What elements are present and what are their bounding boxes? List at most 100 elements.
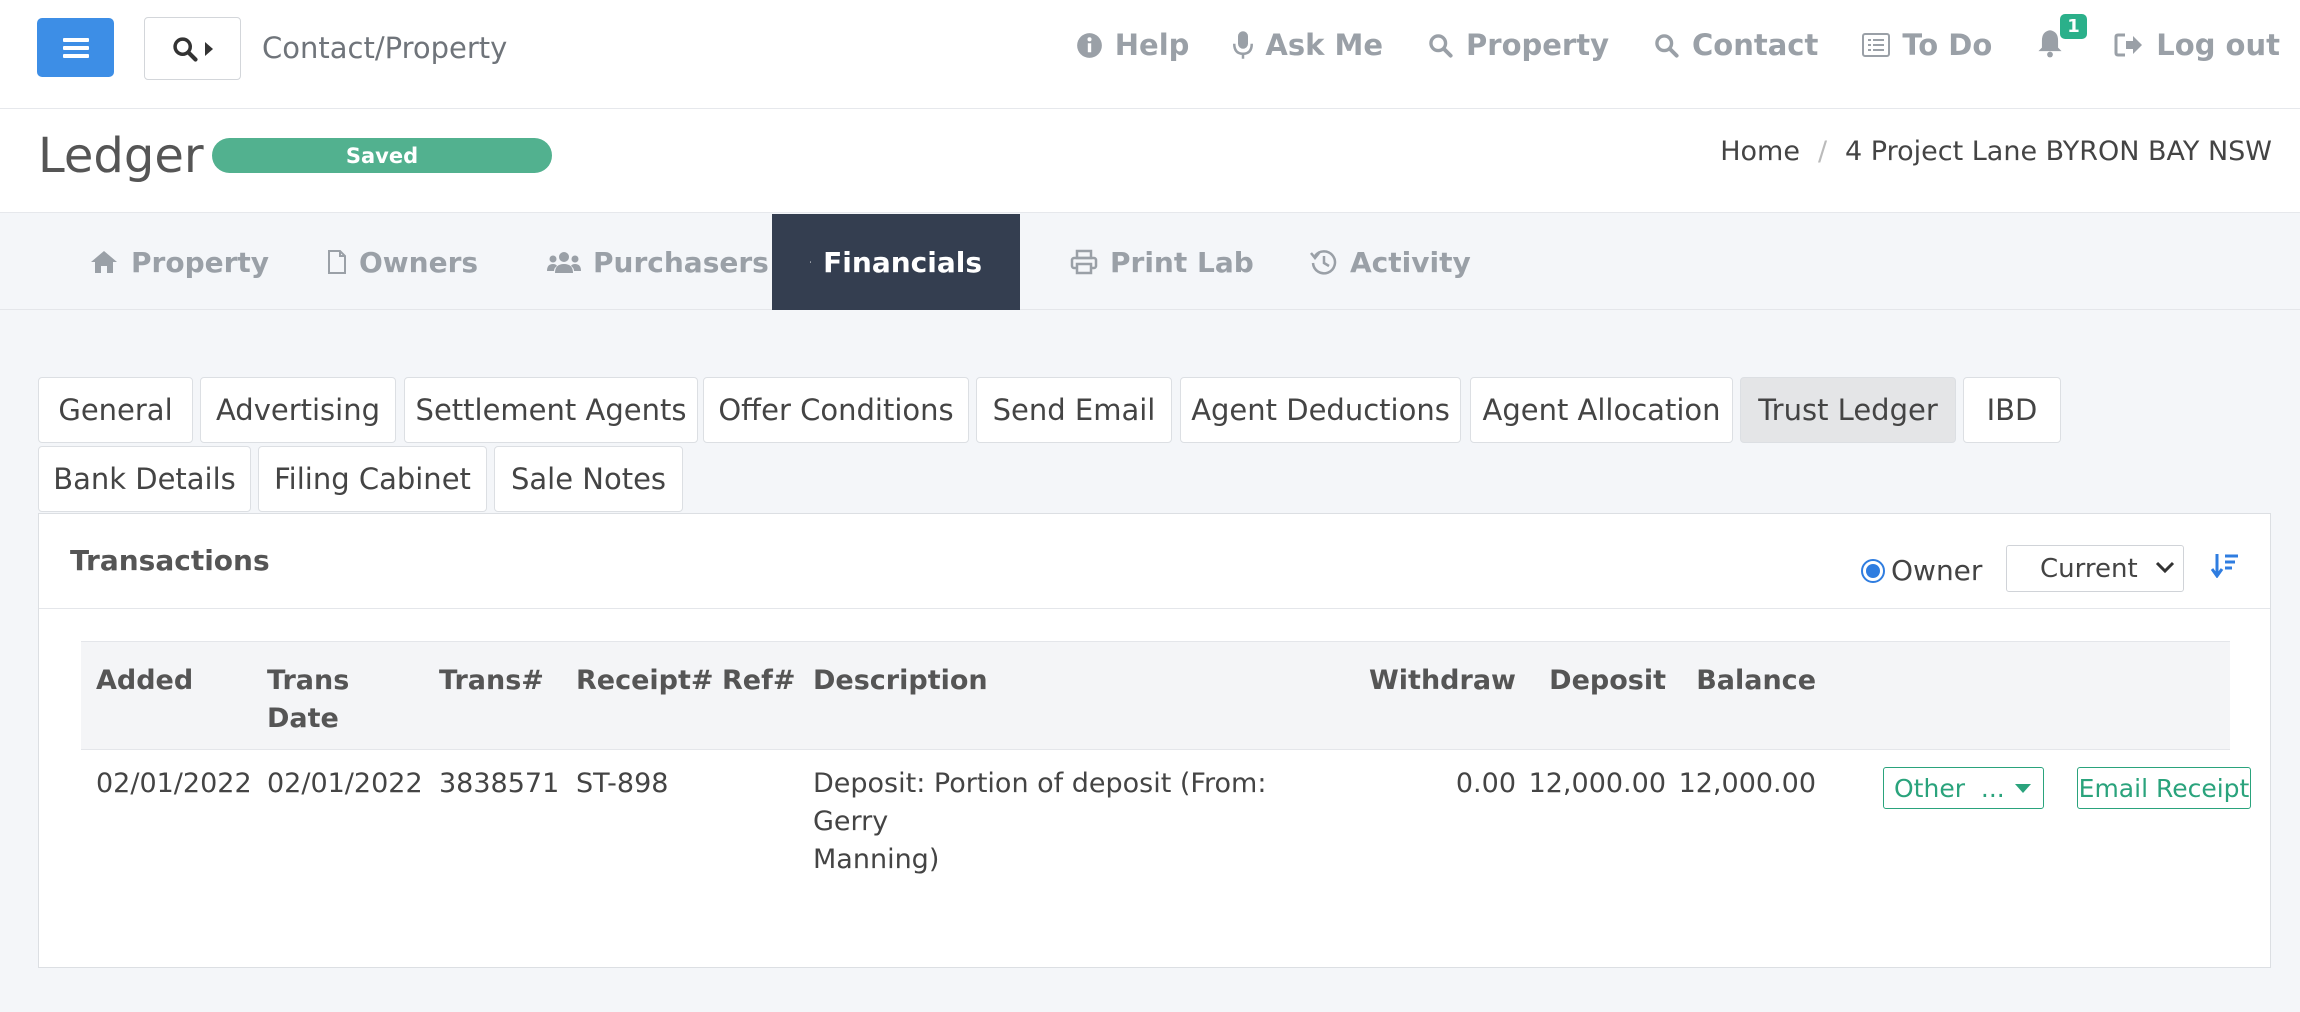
nav-help[interactable]: Help xyxy=(1076,28,1190,62)
hamburger-icon xyxy=(62,37,89,58)
nav-ask-me-label: Ask Me xyxy=(1265,28,1384,62)
subtab-agent-allocation[interactable]: Agent Allocation xyxy=(1470,377,1733,443)
cell-description-line1: Deposit: Portion of deposit (From: Gerry xyxy=(813,768,1267,837)
transactions-panel: Transactions Owner Current Added Trans D… xyxy=(38,513,2271,968)
nav-property-label: Property xyxy=(1466,28,1609,62)
period-select[interactable]: Current xyxy=(2006,545,2184,592)
tab-financials-label: Financials xyxy=(823,245,982,279)
tab-owners[interactable]: Owners xyxy=(289,214,516,310)
col-ref-no: Ref# xyxy=(722,665,796,696)
breadcrumb-separator: / xyxy=(1817,136,1828,167)
subtab-bank-details[interactable]: Bank Details xyxy=(38,446,251,512)
tab-property[interactable]: Property xyxy=(51,214,307,310)
sign-out-icon xyxy=(2114,33,2143,57)
printer-icon xyxy=(1070,249,1098,275)
panel-header: Transactions Owner Current xyxy=(39,514,2270,609)
search-icon xyxy=(1429,33,1453,58)
subtab-send-email[interactable]: Send Email xyxy=(976,377,1172,443)
other-actions-label: Other ... xyxy=(1894,773,2005,803)
page-header: Ledger Saved Home / 4 Project Lane BYRON… xyxy=(0,109,2300,213)
history-icon xyxy=(1310,250,1337,275)
cell-trans-no: 3838571 xyxy=(439,768,560,799)
cell-trans-date: 02/01/2022 xyxy=(267,768,423,799)
subtab-agent-deductions[interactable]: Agent Deductions xyxy=(1180,377,1461,443)
top-navbar: Contact/Property Help Ask Me Property Co… xyxy=(0,0,2300,109)
col-trans-no: Trans# xyxy=(439,665,544,696)
ledger-table: Added Trans Date Trans# Receipt# Ref# De… xyxy=(81,641,2251,875)
cell-added: 02/01/2022 xyxy=(96,768,252,799)
col-receipt-no: Receipt# xyxy=(576,665,714,696)
period-select-value: Current xyxy=(2040,553,2138,584)
page-title: Ledger xyxy=(38,128,204,184)
search-label[interactable]: Contact/Property xyxy=(262,31,507,65)
file-icon xyxy=(328,250,346,274)
nav-logout-label: Log out xyxy=(2156,28,2280,62)
tab-activity[interactable]: Activity xyxy=(1272,214,1509,310)
top-nav-links: Help Ask Me Property Contact To Do 1 Log… xyxy=(1032,14,2280,62)
owner-radio-label: Owner xyxy=(1891,554,1983,587)
subtab-general[interactable]: General xyxy=(38,377,193,443)
owner-radio[interactable]: Owner xyxy=(1861,554,1982,587)
notification-count-badge: 1 xyxy=(2060,14,2087,39)
nav-contact-search[interactable]: Contact xyxy=(1653,28,1818,62)
subtab-offer-conditions[interactable]: Offer Conditions xyxy=(703,377,969,443)
cell-balance: 12,000.00 xyxy=(1678,768,1816,799)
menu-toggle-button[interactable] xyxy=(37,18,114,77)
tab-purchasers[interactable]: Purchasers xyxy=(509,214,807,310)
subtab-trust-ledger[interactable]: Trust Ledger xyxy=(1740,377,1956,443)
search-type-button[interactable] xyxy=(144,17,241,80)
nav-contact-label: Contact xyxy=(1692,28,1819,62)
subtab-filing-cabinet[interactable]: Filing Cabinet xyxy=(258,446,487,512)
info-circle-icon xyxy=(1076,32,1102,58)
search-icon xyxy=(1655,33,1679,58)
nav-todo-label: To Do xyxy=(1902,28,1993,62)
main-tabs: Property Owners Purchasers Financials Pr… xyxy=(0,214,2300,310)
subtab-settlement-agents[interactable]: Settlement Agents xyxy=(404,377,698,443)
col-balance: Balance xyxy=(1696,665,1816,696)
subtab-sale-notes[interactable]: Sale Notes xyxy=(494,446,683,512)
cell-receipt-no: ST-898 xyxy=(576,768,669,799)
tab-print-lab[interactable]: Print Lab xyxy=(1032,214,1292,310)
tab-property-label: Property xyxy=(131,245,270,279)
other-actions-dropdown[interactable]: Other ... xyxy=(1883,767,2044,809)
nav-logout[interactable]: Log out xyxy=(2114,28,2280,62)
sort-icon[interactable] xyxy=(2211,552,2239,578)
status-badge: Saved xyxy=(212,138,552,173)
col-trans-date-line2: Date xyxy=(267,703,339,734)
subtab-advertising[interactable]: Advertising xyxy=(200,377,396,443)
users-icon xyxy=(547,252,581,273)
chevron-down-icon xyxy=(2155,561,2175,574)
breadcrumb: Home / 4 Project Lane BYRON BAY NSW xyxy=(1720,136,2272,167)
caret-down-icon xyxy=(2015,784,2031,793)
tab-print-lab-label: Print Lab xyxy=(1110,245,1254,279)
list-icon xyxy=(1862,33,1891,57)
col-description: Description xyxy=(813,665,988,696)
tab-financials[interactable]: Financials xyxy=(772,214,1020,310)
nav-property-search[interactable]: Property xyxy=(1427,28,1609,62)
microphone-icon xyxy=(1233,31,1254,59)
breadcrumb-current: 4 Project Lane BYRON BAY NSW xyxy=(1845,136,2272,167)
subtab-ibd[interactable]: IBD xyxy=(1963,377,2061,443)
table-header: Added Trans Date Trans# Receipt# Ref# De… xyxy=(81,641,2230,750)
col-trans-date: Trans Date xyxy=(267,662,349,738)
table-row: 02/01/2022 02/01/2022 3838571 ST-898 Dep… xyxy=(81,750,2251,875)
nav-help-label: Help xyxy=(1114,28,1190,62)
nav-ask-me[interactable]: Ask Me xyxy=(1233,28,1383,62)
search-icon xyxy=(172,36,198,62)
cell-description-line2: Manning) xyxy=(813,844,940,875)
panel-title: Transactions xyxy=(70,544,270,577)
radio-selected-icon[interactable] xyxy=(1861,558,1885,583)
col-added: Added xyxy=(96,665,194,696)
home-icon xyxy=(91,251,117,273)
tab-owners-label: Owners xyxy=(359,245,479,279)
tab-purchasers-label: Purchasers xyxy=(593,245,769,279)
tab-activity-label: Activity xyxy=(1350,245,1471,279)
notifications-button[interactable]: 1 xyxy=(2036,14,2087,62)
col-trans-date-line1: Trans xyxy=(267,665,350,696)
calculator-icon xyxy=(810,261,812,263)
nav-todo[interactable]: To Do xyxy=(1862,28,1992,62)
email-receipt-button[interactable]: Email Receipt xyxy=(2077,767,2251,809)
caret-right-icon xyxy=(204,41,213,56)
cell-description: Deposit: Portion of deposit (From: Gerry… xyxy=(813,765,1333,879)
breadcrumb-home[interactable]: Home xyxy=(1720,136,1800,167)
